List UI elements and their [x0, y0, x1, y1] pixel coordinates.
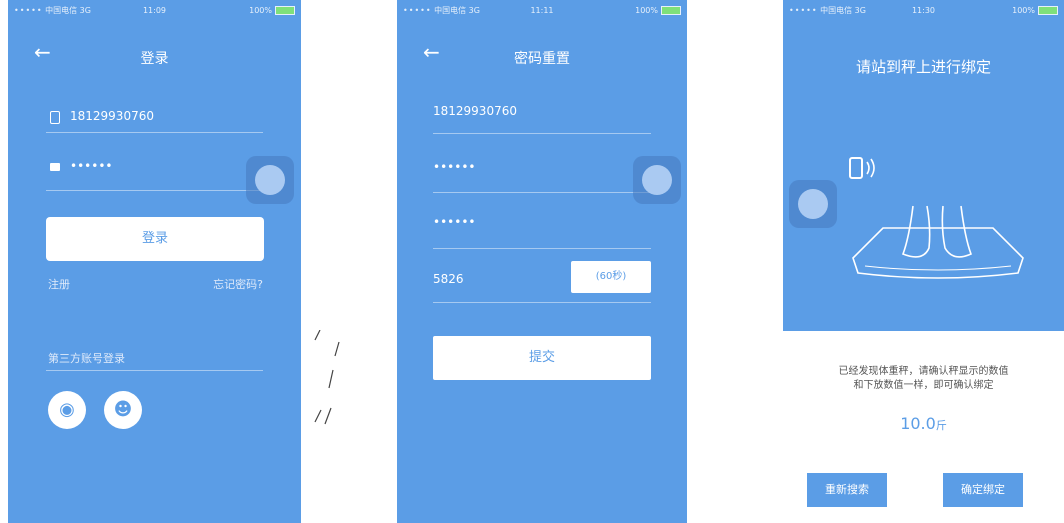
bind-message-line1: 已经发现体重秤，请确认秤显示的数值	[838, 366, 1009, 377]
register-link[interactable]: 注册	[48, 276, 70, 292]
page-title: 请站到秤上进行绑定	[855, 58, 991, 76]
assistive-touch-button[interactable]	[789, 180, 837, 228]
phone-signal-icon	[849, 157, 875, 179]
weight-unit: 斤	[935, 419, 947, 432]
status-bar: ••••• 中国电信 3G 11:30 100%	[783, 0, 1064, 22]
research-button[interactable]: 重新搜索	[807, 473, 887, 507]
login-screen: ••••• 中国电信 3G 11:09 100% ← 登录 1812993076…	[8, 0, 301, 523]
carrier: 中国电信 3G	[434, 6, 480, 15]
password-reset-screen: ••••• 中国电信 3G 11:11 100% ← 密码重置 18129930…	[397, 0, 687, 523]
weight-display: 10.0斤	[783, 414, 1064, 433]
bind-scale-screen: ••••• 中国电信 3G 11:30 100% 请站到秤上进行绑定 已经发现体…	[783, 0, 1064, 523]
phone-field[interactable]: 18129930760	[433, 100, 649, 124]
password-value: ••••••	[70, 159, 113, 173]
battery-text: 100%	[1012, 6, 1035, 15]
qq-icon[interactable]: ☻	[104, 391, 142, 429]
confirm-password-field[interactable]: ••••••	[433, 211, 649, 235]
new-password-field[interactable]: ••••••	[433, 156, 649, 180]
status-bar: ••••• 中国电信 3G 11:11 100%	[397, 0, 687, 22]
battery-text: 100%	[635, 6, 658, 15]
assistive-touch-button[interactable]	[633, 156, 681, 204]
status-time: 11:09	[142, 6, 167, 15]
stray-pen-marks	[314, 330, 340, 425]
page-title: 密码重置	[514, 51, 570, 67]
send-code-button[interactable]: (60秒)	[571, 261, 651, 293]
password-value: ••••••	[433, 160, 476, 174]
phone-value: 18129930760	[70, 109, 154, 123]
divider	[433, 192, 651, 193]
confirm-password-value: ••••••	[433, 215, 476, 229]
submit-button[interactable]: 提交	[433, 336, 651, 380]
divider	[433, 302, 651, 303]
battery-icon	[1038, 6, 1058, 15]
bind-message-line2: 和下放数值一样，即可确认绑定	[853, 380, 994, 391]
carrier: 中国电信 3G	[45, 6, 91, 15]
divider	[46, 370, 263, 371]
weibo-icon[interactable]: ◉	[48, 391, 86, 429]
verification-code-value: 5826	[433, 272, 464, 286]
third-party-login-label: 第三方账号登录	[48, 352, 125, 365]
phone-icon	[50, 111, 60, 124]
battery-icon	[661, 6, 681, 15]
lock-icon	[50, 163, 60, 171]
status-time: 11:11	[530, 6, 554, 15]
divider	[433, 133, 651, 134]
divider	[433, 248, 651, 249]
scale-with-feet-icon	[852, 205, 1024, 279]
battery-icon	[275, 6, 295, 15]
forgot-password-link[interactable]: 忘记密码?	[213, 276, 263, 292]
assistive-touch-button[interactable]	[246, 156, 294, 204]
phone-field[interactable]: 18129930760	[46, 105, 263, 129]
divider	[46, 132, 263, 133]
page-title: 登录	[140, 51, 169, 67]
confirm-bind-button[interactable]: 确定绑定	[943, 473, 1023, 507]
status-time: 11:30	[911, 6, 936, 15]
battery-text: 100%	[249, 6, 272, 15]
weight-value: 10.0	[900, 414, 936, 433]
status-bar: ••••• 中国电信 3G 11:09 100%	[8, 0, 301, 22]
divider	[46, 190, 263, 191]
password-field[interactable]: ••••••	[46, 155, 263, 179]
phone-value: 18129930760	[433, 104, 517, 118]
login-button[interactable]: 登录	[46, 217, 264, 261]
carrier: 中国电信 3G	[820, 6, 866, 15]
